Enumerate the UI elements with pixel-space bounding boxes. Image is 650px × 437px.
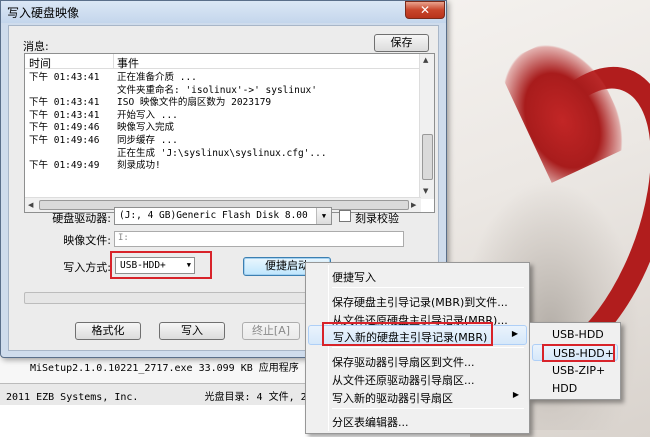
menu-item-write-new-boot-sector-label: 写入新的驱动器引导扇区 xyxy=(332,392,453,405)
log-row-event: 刻录成功! xyxy=(117,160,161,172)
close-icon: ✕ xyxy=(419,3,431,17)
log-header: 时间 事件 xyxy=(25,54,434,70)
log-rows: 下午 01:43:41 正在准备介质 ... 文件夹重命名: 'isolinux'-… xyxy=(25,69,421,172)
format-button[interactable]: 格式化 xyxy=(75,322,141,340)
submenu-item-usb-hdd[interactable]: USB-HDD xyxy=(532,326,618,343)
log-row[interactable]: 下午 01:43:41 开始写入 ... xyxy=(25,107,421,121)
verify-checkbox[interactable] xyxy=(339,210,351,222)
log-row[interactable]: 下午 01:43:41 正在准备介质 ... xyxy=(25,69,421,83)
log-row[interactable]: 下午 01:43:41 ISO 映像文件的扇区数为 2023179 xyxy=(25,94,421,108)
menu-item-save-mbr[interactable]: 保存硬盘主引导记录(MBR)到文件... xyxy=(308,291,527,311)
scroll-right-icon[interactable]: ▶ xyxy=(411,201,416,209)
log-row[interactable]: 下午 01:49:49 刻录成功! xyxy=(25,157,421,172)
write-mode-label: 写入方式: xyxy=(63,261,111,274)
write-button[interactable]: 写入 xyxy=(159,322,225,340)
vertical-scrollbar[interactable]: ▲ ▼ xyxy=(419,54,434,199)
submenu-arrow-icon: ▶ xyxy=(512,390,519,399)
scroll-up-icon[interactable]: ▲ xyxy=(423,56,428,64)
log-row[interactable]: 下午 01:49:46 同步缓存 ... xyxy=(25,132,421,146)
menu-item-restore-boot-sector[interactable]: 从文件还原驱动器引导扇区... xyxy=(308,369,527,389)
log-row[interactable]: 文件夹重命名: 'isolinux'->' syslinux' xyxy=(25,82,421,96)
menu-item-quick-write[interactable]: 便捷写入 xyxy=(308,266,527,286)
menu-item-save-boot-sector[interactable]: 保存驱动器引导扇区到文件... xyxy=(308,351,527,371)
scroll-down-icon[interactable]: ▼ xyxy=(423,187,428,195)
vertical-scroll-thumb[interactable] xyxy=(422,134,433,180)
menu-item-write-new-boot-sector[interactable]: 写入新的驱动器引导扇区 ▶ xyxy=(308,387,527,407)
verify-checkbox-label[interactable]: 刻录校验 xyxy=(355,210,399,226)
message-log-list[interactable]: 时间 事件 下午 01:43:41 正在准备介质 ... 文件夹重命名: 'isol… xyxy=(24,53,435,213)
drive-select[interactable]: (J:, 4 GB)Generic Flash Disk 8.00 ▼ xyxy=(114,207,332,225)
submenu-arrow-icon: ▶ xyxy=(511,329,518,338)
copyright-text: 2011 EZB Systems, Inc. xyxy=(6,392,139,403)
scroll-left-icon[interactable]: ◀ xyxy=(28,201,33,209)
chevron-down-icon[interactable]: ▼ xyxy=(316,208,331,224)
drive-label: 硬盘驱动器: xyxy=(52,212,111,225)
highlight-box-write-mode xyxy=(110,251,212,279)
highlight-box-write-mbr xyxy=(322,322,493,346)
image-file-label: 映像文件: xyxy=(63,234,111,247)
log-row-time: 下午 01:49:49 xyxy=(29,160,100,172)
abort-button[interactable]: 终止[A] xyxy=(242,322,300,340)
drive-select-value: (J:, 4 GB)Generic Flash Disk 8.00 xyxy=(119,210,308,221)
file-row[interactable]: MiSetup2.1.0.10221_2717.exe 33.099 KB 应用… xyxy=(30,359,299,374)
image-file-field[interactable]: I: xyxy=(114,231,404,247)
window-title: 写入硬盘映像 xyxy=(7,6,80,20)
menu-item-partition-editor[interactable]: 分区表编辑器... xyxy=(308,411,527,431)
log-row[interactable]: 正在生成 'J:\syslinux\syslinux.cfg'... xyxy=(25,145,421,159)
quick-boot-context-menu: 便捷写入 保存硬盘主引导记录(MBR)到文件... 从文件还原硬盘主引导记录(M… xyxy=(305,262,530,434)
log-row[interactable]: 下午 01:49:46 映像写入完成 xyxy=(25,119,421,133)
title-bar: 写入硬盘映像 ✕ xyxy=(1,1,446,23)
save-button[interactable]: 保存 xyxy=(374,34,429,52)
highlight-box-usb-hdd-plus xyxy=(542,344,615,362)
progress-bar xyxy=(24,292,314,304)
close-button[interactable]: ✕ xyxy=(405,1,445,19)
submenu-item-hdd[interactable]: HDD xyxy=(532,380,618,397)
messages-label: 消息: xyxy=(23,40,49,53)
submenu-item-usb-zip-plus[interactable]: USB-ZIP+ xyxy=(532,362,618,379)
